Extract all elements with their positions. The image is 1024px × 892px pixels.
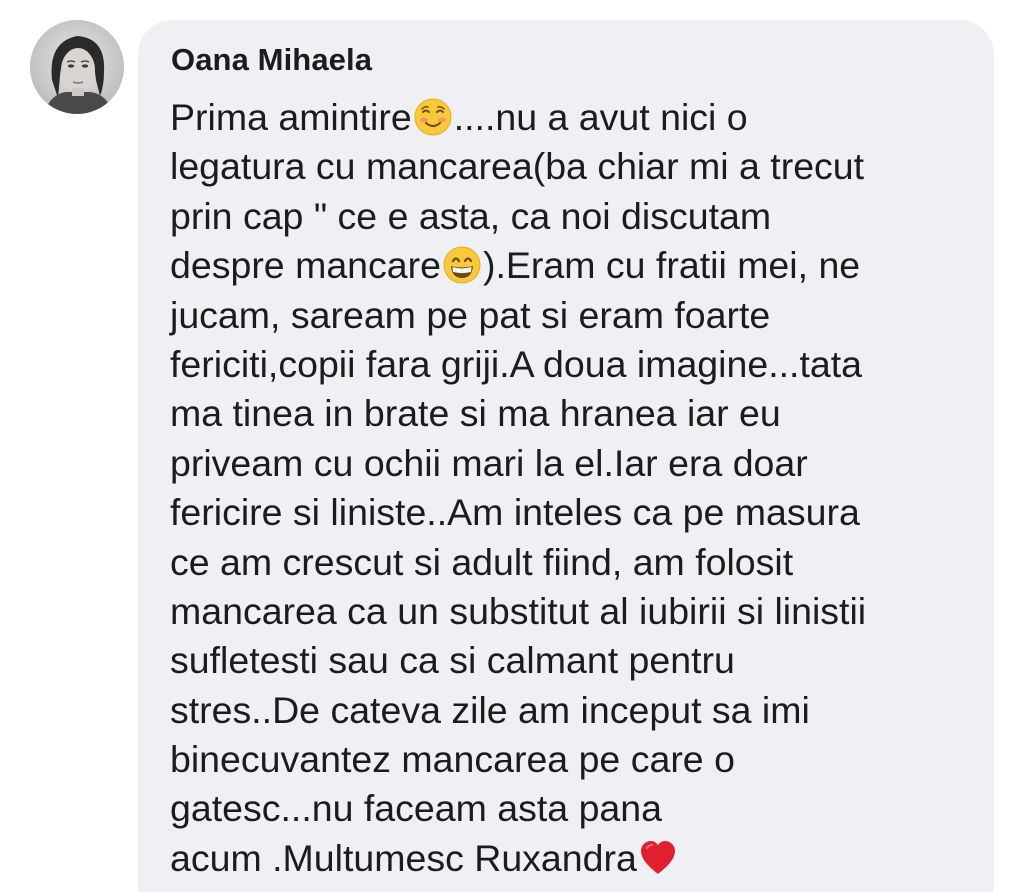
- comment-line: gatesc...nu faceam asta pana: [170, 787, 662, 830]
- comment-line: prin cap " ce e asta, ca noi discutam: [170, 194, 772, 237]
- grinning-face-emoji-icon: [442, 245, 482, 285]
- comment-line: acum .Multumesc Ruxandra: [170, 834, 990, 883]
- author-name[interactable]: Oana Mihaela: [171, 42, 372, 78]
- comment-line: mancarea ca un substitut al iubirii si l…: [170, 589, 867, 632]
- comment-line: jucam, saream pe pat si eram foarte: [170, 293, 771, 336]
- comment-text: Prima amintire ....nu a avut nici o legat…: [170, 93, 990, 883]
- comment-line: despre mancare).Eram cu fratii mei, ne: [170, 244, 861, 287]
- comment-line: stres..De cateva zile am inceput sa imi: [170, 688, 810, 731]
- comment: Oana Mihaela Prima amintire ....nu a avut…: [0, 0, 1024, 892]
- comment-line: legatura cu mancarea(ba chiar mi a trecu…: [170, 145, 865, 188]
- smiling-face-emoji-icon: [413, 97, 453, 137]
- profile-photo: [30, 20, 124, 114]
- comment-line: ma tinea in brate si ma hranea iar eu: [170, 392, 781, 435]
- comment-line: sufletesti sau ca si calmant pentru: [170, 639, 735, 682]
- comment-line: Prima amintire ....nu a avut nici o: [170, 96, 748, 138]
- comment-line: fericire si liniste..Am inteles ca pe ma…: [170, 491, 860, 534]
- red-heart-emoji-icon: [638, 838, 678, 878]
- comment-line: fericiti,copii fara griji.A doua imagine…: [170, 342, 863, 385]
- avatar[interactable]: [30, 20, 124, 114]
- comment-line: priveam cu ochii mari la el.Iar era doar: [170, 441, 808, 484]
- comment-line: ce am crescut si adult fiind, am folosit: [170, 540, 794, 583]
- comment-line: binecuvantez mancarea pe care o: [170, 738, 735, 781]
